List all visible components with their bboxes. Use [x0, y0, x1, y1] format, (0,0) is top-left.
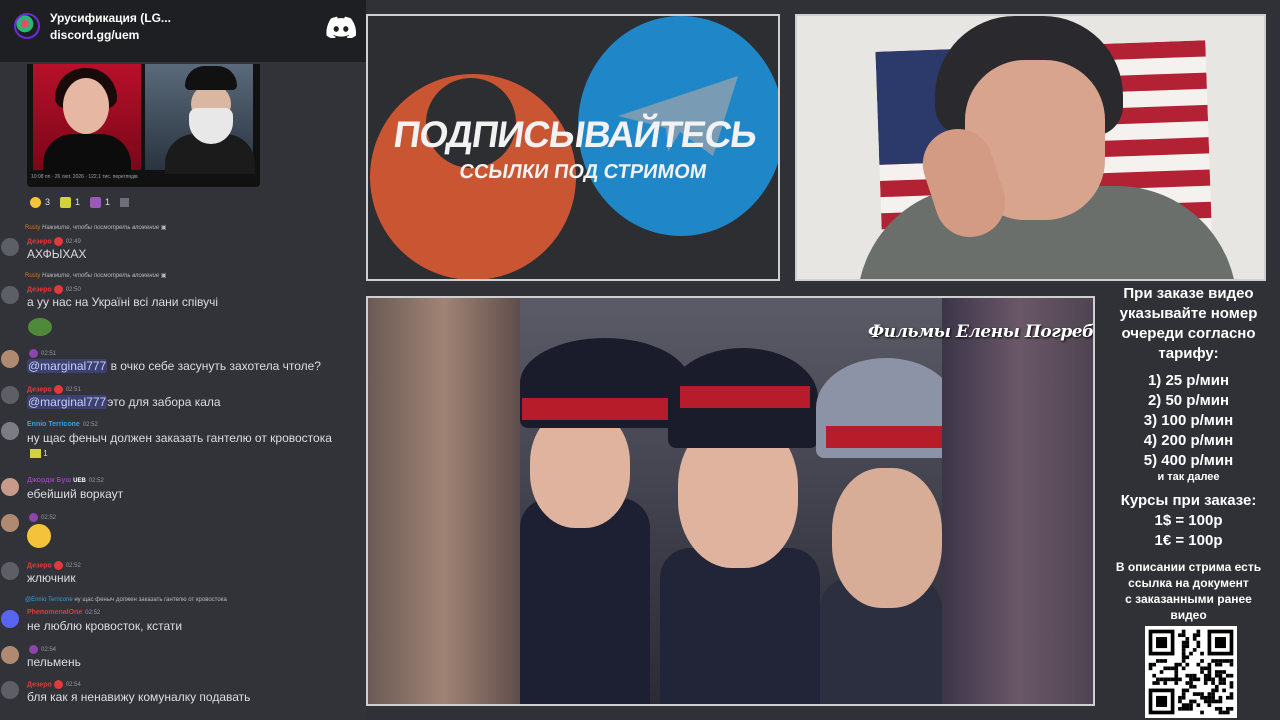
user-avatar[interactable]: [1, 514, 19, 532]
doc-note-line: видео: [1170, 608, 1207, 622]
role-badge-icon: [53, 385, 63, 394]
user-avatar[interactable]: [1, 646, 19, 664]
doc-note-line: В описании стрима есть: [1115, 560, 1262, 574]
reaction-grimace[interactable]: 3: [30, 196, 51, 208]
user-avatar[interactable]: [1, 386, 19, 404]
message-text: а уу нас на Україні всі лани співучі: [27, 295, 219, 309]
promo-title: ПОДПИСЫВАЙТЕСЬ: [391, 114, 760, 155]
reaction-count: 1: [75, 197, 81, 207]
role-badge-icon: [29, 349, 38, 358]
role-badge-icon: [53, 561, 63, 570]
message-text: пельмень: [27, 655, 81, 669]
order-info-panel: При заказе видео указывайте номер очеред…: [1097, 284, 1280, 720]
qr-code-icon: [1145, 626, 1237, 718]
role-badge-icon: [29, 513, 38, 522]
role-badge-icon: [53, 237, 63, 246]
user-avatar[interactable]: [1, 681, 19, 699]
reply-preview[interactable]: @Ennio Terricone ну щас феныч должен зак…: [25, 597, 227, 603]
message-text: @marginal777это для забора кала: [27, 395, 221, 409]
username[interactable]: Джордж Буш UEB 02:52: [27, 477, 104, 484]
video-frame: [520, 298, 942, 704]
user-avatar[interactable]: [1, 238, 19, 256]
true-sticker-icon: [30, 449, 41, 459]
discord-chat-panel[interactable]: Урусификация (LG... discord.gg/uem 10:08…: [0, 0, 366, 720]
grimace-emoji-icon: [30, 196, 41, 208]
tag-emoji-icon: [90, 196, 102, 208]
reaction-true[interactable]: 1: [30, 449, 48, 459]
doc-note-line: с заказанными ранее: [1125, 592, 1252, 606]
user-avatar[interactable]: [1, 350, 19, 368]
tweet-image-embed[interactable]: 10:08 пп · 26 лют. 2026 · 122,1 тис. пер…: [27, 64, 260, 187]
reaction-count: 3: [45, 197, 51, 207]
message-text: @marginal777 в очко себе засунуть захоте…: [27, 359, 321, 373]
message-text: АХФЫХАХ: [27, 247, 87, 261]
server-name: Урусификация (LG...: [50, 11, 171, 25]
username[interactable]: Дезеро 02:52: [27, 561, 81, 570]
username[interactable]: Дезеро 02:50: [27, 285, 81, 294]
rate-line: 1$ = 100р: [1154, 512, 1223, 529]
webcam-feed: [795, 14, 1266, 281]
embed-photo-man: [145, 64, 255, 174]
user-avatar[interactable]: [1, 422, 19, 440]
username[interactable]: 02:54: [27, 645, 56, 654]
info-intro-line: тарифу:: [1158, 345, 1219, 362]
message-text: ну щас феныч должен заказать гантелю от …: [27, 431, 332, 445]
reaction-count: 1: [105, 197, 111, 207]
laughing-crying-emoji-icon: [27, 524, 51, 548]
username[interactable]: PhenomenalOne 02:52: [27, 609, 100, 616]
tariff-line: 2) 50 р/мин: [1147, 392, 1230, 409]
role-badge-icon: [53, 285, 63, 294]
reaction-true[interactable]: 1: [60, 196, 81, 208]
reaction-count: 1: [43, 449, 48, 458]
username[interactable]: 02:51: [27, 349, 56, 358]
tariff-line: 3) 100 р/мин: [1143, 412, 1234, 429]
pepe-emoji-icon: [28, 318, 52, 336]
username[interactable]: Дезеро 02:51: [27, 385, 81, 394]
reaction-bar: 3 1 1: [30, 195, 130, 209]
discord-logo-icon: [326, 16, 356, 38]
promo-subtitle: ССЫЛКИ ПОД СТРИМОМ: [458, 161, 709, 183]
doc-note-line: ссылка на документ: [1128, 576, 1249, 590]
message-text: жлючник: [27, 571, 76, 585]
role-badge-icon: [29, 645, 38, 654]
info-intro-line: очереди согласно: [1121, 325, 1256, 342]
user-avatar[interactable]: [1, 286, 19, 304]
rates-title: Курсы при заказе:: [1120, 492, 1257, 509]
rate-line: 1€ = 100р: [1154, 532, 1223, 549]
tariff-line: 5) 400 р/мин: [1143, 452, 1234, 469]
reply-preview[interactable]: Rusty Нажмите, чтобы посмотреть вложение…: [25, 224, 167, 231]
username[interactable]: 02:52: [27, 513, 56, 522]
info-intro-line: При заказе видео: [1123, 285, 1254, 302]
user-avatar[interactable]: [1, 562, 19, 580]
username[interactable]: Ennio Terricone 02:52: [27, 421, 98, 428]
tariff-line: 1) 25 р/мин: [1147, 372, 1230, 389]
role-badge-icon: [53, 680, 63, 689]
user-mention[interactable]: @marginal777: [27, 395, 108, 409]
username[interactable]: Дезеро 02:49: [27, 237, 81, 246]
video-player[interactable]: Фильмы Елены Погребижской: [366, 296, 1095, 706]
user-avatar[interactable]: [1, 610, 19, 628]
server-avatar-icon: [14, 13, 40, 39]
stream-layout: Урусификация (LG... discord.gg/uem 10:08…: [0, 0, 1280, 720]
subscribe-banner: ПОДПИСЫВАЙТЕСЬ ССЫЛКИ ПОД СТРИМОМ: [366, 14, 780, 281]
embed-meta-text: 10:08 пп · 26 лют. 2026 · 122,1 тис. пер…: [31, 174, 138, 180]
server-header[interactable]: Урусификация (LG... discord.gg/uem: [0, 0, 366, 62]
video-caption: Фильмы Елены Погребижской: [868, 322, 1094, 342]
message-text: бля как я ненавижу комуналку подавать: [27, 690, 251, 704]
username[interactable]: Дезеро 02:54: [27, 680, 81, 689]
embed-photo-woman: [33, 64, 141, 174]
server-invite-link[interactable]: discord.gg/uem: [50, 28, 139, 42]
user-mention[interactable]: @marginal777: [27, 359, 108, 373]
tariff-more: и так далее: [1157, 471, 1220, 483]
user-avatar[interactable]: [1, 478, 19, 496]
reaction-tag[interactable]: 1: [90, 196, 111, 208]
tariff-line: 4) 200 р/мин: [1143, 432, 1234, 449]
info-intro-line: указывайте номер: [1119, 305, 1258, 322]
reply-preview[interactable]: Rusty Нажмите, чтобы посмотреть вложение…: [25, 272, 167, 279]
message-text: ебейший воркаут: [27, 487, 124, 501]
message-text: не люблю кровосток, кстати: [27, 619, 183, 633]
true-sticker-icon: [60, 196, 72, 208]
add-reaction-icon[interactable]: [120, 197, 130, 207]
